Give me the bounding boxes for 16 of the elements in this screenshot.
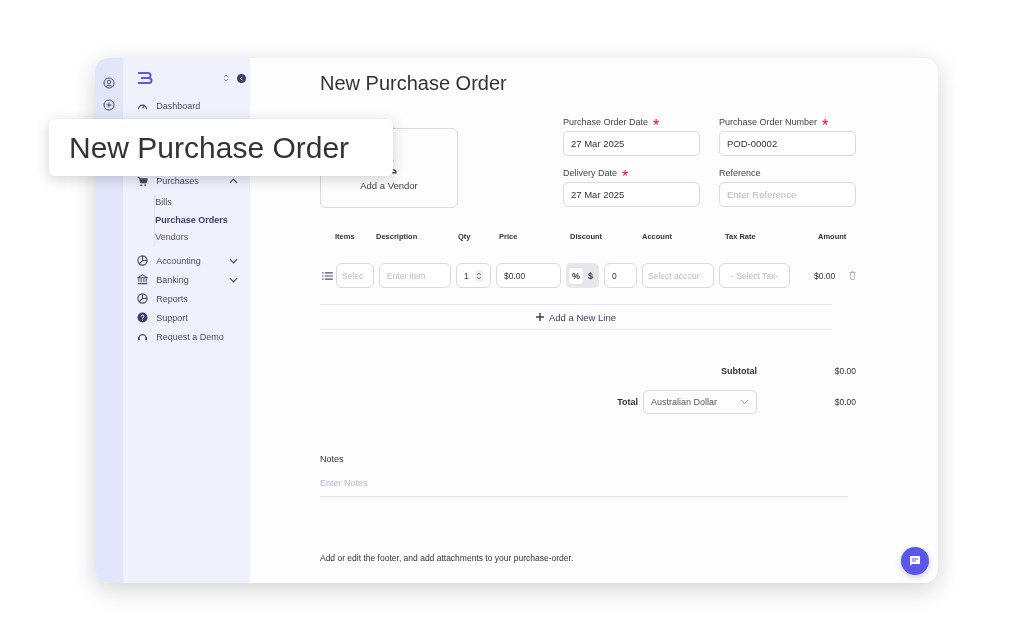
total-label: Total <box>617 397 638 407</box>
required-mark: * <box>653 117 660 131</box>
notes-label: Notes <box>319 454 345 464</box>
required-mark: * <box>822 117 829 131</box>
title-tooltip: New Purchase Order <box>49 119 393 176</box>
subtotal-value: $0.00 <box>833 366 856 376</box>
subtotal-label: Subtotal <box>721 366 757 376</box>
required-mark: * <box>622 167 629 182</box>
footer-hint: Add or edit the footer, and add attachments to your purchase-order. <box>319 553 575 563</box>
page-title: New Purchase Order <box>319 72 508 96</box>
field-label: Delivery Date <box>563 167 618 180</box>
total-value: $0.00 <box>833 397 856 407</box>
amount-text: $0.00 <box>814 270 837 281</box>
field-label: Purchase Order Number <box>719 117 818 129</box>
field-label: Purchase Order Date <box>563 117 649 129</box>
field-label: Reference <box>719 167 761 180</box>
